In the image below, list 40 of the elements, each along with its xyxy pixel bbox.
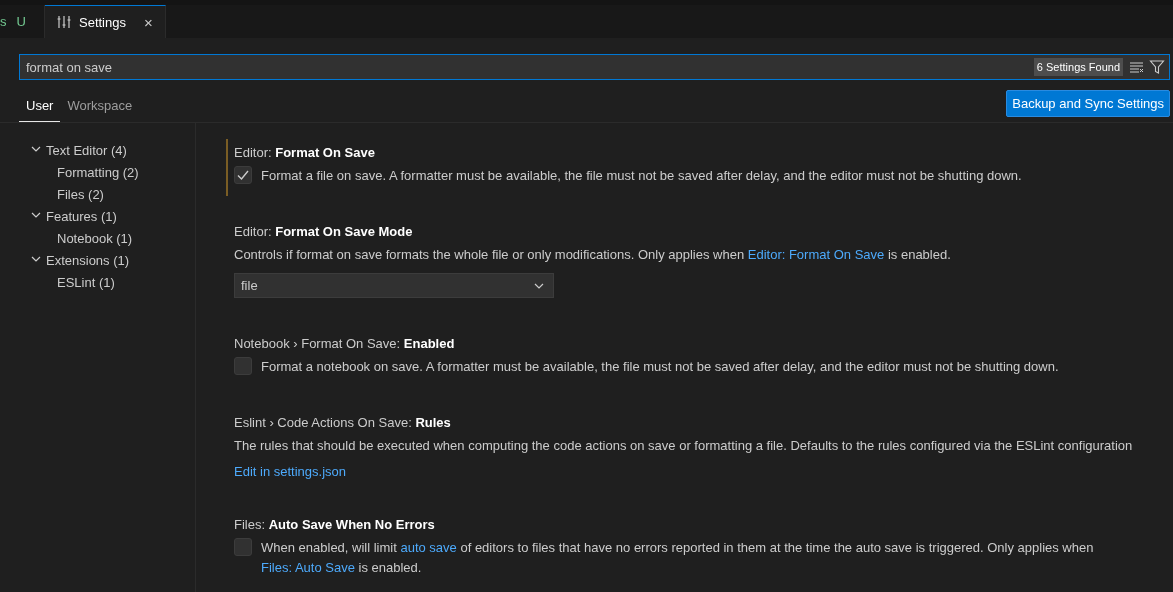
setting-description: is enabled. bbox=[357, 560, 422, 575]
checkbox[interactable] bbox=[234, 538, 252, 556]
search-input[interactable]: format on save bbox=[26, 59, 1034, 75]
scope-tab[interactable]: Workspace bbox=[60, 92, 140, 122]
scope-tab[interactable]: User bbox=[19, 92, 61, 122]
setting-description: Format a file on save. A formatter must be available, the file must not be saved after delay, and the editor must not be shutting down. bbox=[261, 168, 1022, 183]
close-icon[interactable]: × bbox=[144, 13, 153, 31]
setting-title: Eslint › Code Actions On Save: Rules bbox=[234, 415, 452, 430]
setting-description: Format a notebook on save. A formatter must be available, the file must not be saved after delay, and the editor must not be shutting down. bbox=[261, 359, 1059, 374]
setting-description: Controls if format on save formats the whole file or only modifications. Only applies when bbox=[234, 247, 746, 262]
clear-filter-icon[interactable] bbox=[1129, 60, 1145, 74]
setting-title: Editor: Format On Save bbox=[234, 145, 376, 160]
toc-item[interactable]: Files (2) bbox=[57, 186, 104, 202]
setting-description: is enabled. bbox=[886, 247, 951, 262]
sync-button[interactable]: Backup and Sync Settings bbox=[1006, 90, 1170, 117]
toc-item[interactable]: Extensions (1) bbox=[46, 252, 130, 268]
setting-title: Editor: Format On Save Mode bbox=[234, 224, 414, 239]
edit-link[interactable]: Edit in settings.json bbox=[234, 464, 346, 479]
toc-item[interactable]: Text Editor (4) bbox=[46, 142, 127, 158]
toc-item[interactable]: Features (1) bbox=[46, 208, 117, 224]
toc-item[interactable]: Formatting (2) bbox=[57, 164, 139, 180]
dropdown[interactable]: file bbox=[234, 273, 554, 298]
setting-link[interactable]: auto save bbox=[400, 540, 457, 555]
setting-description: When enabled, will limit bbox=[261, 540, 398, 555]
setting-title: Files: Auto Save When No Errors bbox=[234, 517, 436, 532]
setting-link[interactable]: Editor: Format On Save bbox=[747, 247, 885, 262]
result-count: 6 Settings Found bbox=[1033, 58, 1123, 76]
toc-item[interactable]: ESLint (1) bbox=[57, 274, 115, 290]
settings-sliders-icon bbox=[57, 15, 71, 29]
status-label: U bbox=[16, 14, 26, 29]
filter-icon[interactable] bbox=[1149, 59, 1165, 75]
setting-description: of editors to files that have no errors reported in them at the time the auto save is triggered. Only applies when bbox=[459, 540, 1094, 555]
setting-description: The rules that should be executed when computing the code actions on save or formatting a file. Defaults to the rules configured via the ESLint configuration bbox=[234, 438, 1133, 453]
checkbox[interactable] bbox=[234, 357, 252, 375]
toc-item[interactable]: Notebook (1) bbox=[57, 230, 133, 246]
checkbox[interactable] bbox=[234, 166, 252, 184]
search-bar[interactable]: format on save 6 Settings Found bbox=[19, 54, 1170, 80]
setting-link[interactable]: Files: Auto Save bbox=[261, 560, 355, 575]
editor-tab[interactable]: Settings × bbox=[45, 5, 166, 38]
setting-title: Notebook › Format On Save: Enabled bbox=[234, 336, 456, 351]
